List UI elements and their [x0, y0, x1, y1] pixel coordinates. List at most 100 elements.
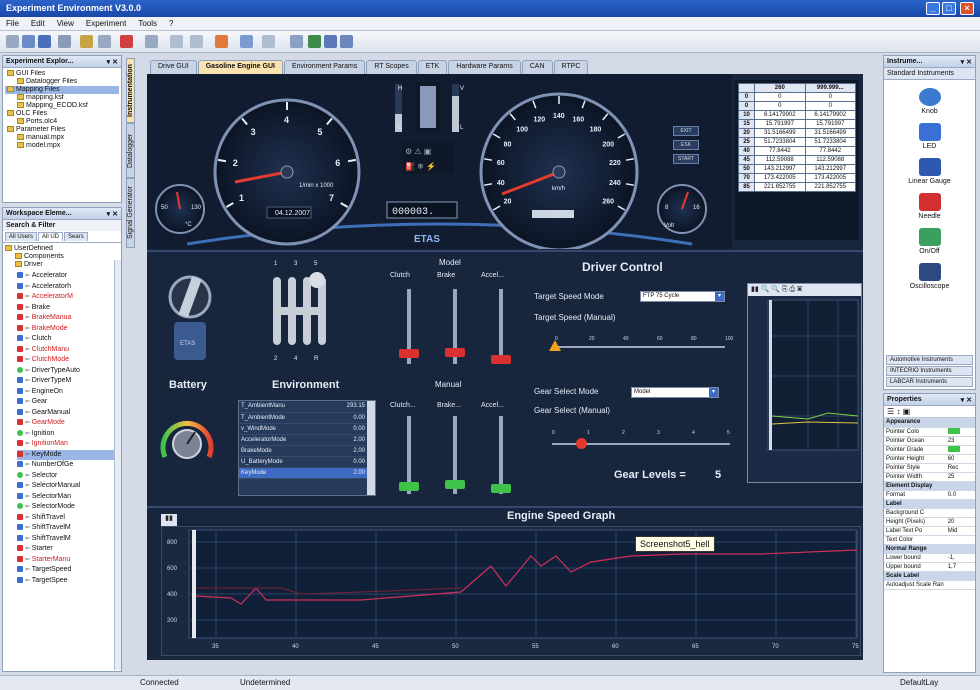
property-value[interactable] — [945, 445, 975, 455]
tab-drive-gui[interactable]: Drive GUI — [150, 60, 197, 74]
save-icon[interactable] — [38, 35, 51, 48]
tree-group-components[interactable]: Components — [5, 253, 119, 261]
property-value[interactable] — [945, 535, 975, 545]
signal-item[interactable]: ⇐ SelectorMode — [17, 502, 119, 513]
tool2-icon[interactable] — [190, 35, 203, 48]
property-row[interactable]: Format 0.0 — [884, 490, 975, 500]
property-row[interactable]: Appearance — [884, 418, 975, 428]
graph-pause-button[interactable]: ▮▮ — [161, 514, 177, 526]
signal-item[interactable]: ⇐ ShiftTravel — [17, 513, 119, 524]
property-value[interactable]: 20 — [945, 517, 975, 527]
property-value[interactable]: 23 — [945, 436, 975, 446]
table-cell[interactable]: 143.212997 — [804, 164, 857, 174]
table-cell[interactable]: 0 — [754, 92, 806, 102]
brake-model-knob[interactable] — [445, 348, 465, 357]
workspace-tab[interactable]: Sears — [64, 232, 88, 241]
instrument-oscilloscope[interactable]: Oscilloscope — [884, 263, 975, 290]
env-row[interactable]: T_AmbientMode 0.00 — [239, 412, 367, 424]
mini-scope-toolbar[interactable]: ▮▮ 🔍 🔍 ⎘ ⎙ ▣ — [748, 284, 861, 296]
property-value[interactable] — [945, 427, 975, 437]
mini-oscilloscope[interactable]: ▮▮ 🔍 🔍 ⎘ ⎙ ▣ — [747, 283, 862, 483]
env-value[interactable]: 2.00 — [327, 434, 367, 446]
menu-experiment[interactable]: Experiment — [80, 17, 132, 30]
signal-item[interactable]: ⇐ ClutchMode — [17, 355, 119, 366]
table-cell[interactable]: 221.852755 — [804, 182, 857, 192]
property-value[interactable]: -1, — [945, 553, 975, 563]
signal-item[interactable]: ⇐ StarterManu — [17, 555, 119, 566]
open-icon[interactable] — [22, 35, 35, 48]
menu-[interactable]: ? — [163, 17, 179, 30]
instrument-category[interactable]: LABCAR Instruments — [886, 377, 973, 387]
env-row[interactable]: BrakeMode 2.00 — [239, 445, 367, 457]
signal-item[interactable]: ⇐ Ignition — [17, 429, 119, 440]
accel-manual-knob[interactable] — [491, 484, 511, 493]
brake-manual-slider[interactable] — [445, 416, 465, 494]
signal-item[interactable]: ⇐ Gear — [17, 397, 119, 408]
environment-table[interactable]: T_AmbientManu 293.15 T_AmbientMode 0.00 v_Wi… — [238, 400, 376, 496]
tree-item[interactable]: Mapping_ECOD.ksf — [5, 102, 119, 110]
table-cell[interactable]: 6.14179902 — [804, 110, 857, 120]
signal-item[interactable]: ⇐ DriverTypeM — [17, 376, 119, 387]
standard-instruments-header[interactable]: Standard Instruments — [884, 68, 975, 80]
env-value[interactable]: 0.00 — [327, 423, 367, 435]
clutch-manual-knob[interactable] — [399, 482, 419, 491]
table-cell[interactable]: 173.422005 — [754, 173, 806, 183]
tree-item[interactable]: GUI Files — [5, 70, 119, 78]
table-cell[interactable]: 0 — [737, 92, 756, 102]
properties-grid[interactable]: Appearance Pointer Colo Pointer Ocean 23 Poi… — [884, 418, 975, 590]
instrument-on-off[interactable]: On/Off — [884, 228, 975, 255]
property-category[interactable]: Label — [884, 499, 975, 509]
tree-item[interactable]: Ports.olc4 — [5, 118, 119, 126]
ignition-key[interactable]: ETAS — [152, 257, 227, 367]
target-speed-slider[interactable] — [555, 346, 725, 348]
signal-item[interactable]: ⇐ Starter — [17, 544, 119, 555]
table-row[interactable]: 20 31.5166499 31.5166499 — [737, 128, 857, 138]
property-row[interactable]: Element Display — [884, 481, 975, 491]
property-row[interactable]: Normal Range — [884, 544, 975, 554]
table-row[interactable]: 000 — [737, 92, 857, 102]
clutch-model-knob[interactable] — [399, 349, 419, 358]
table-cell[interactable]: 50 — [737, 164, 756, 174]
esk-button[interactable]: ESK — [673, 140, 699, 150]
grid-icon[interactable] — [262, 35, 275, 48]
property-category[interactable]: Appearance — [884, 418, 975, 428]
table-cell[interactable]: 221.852755 — [754, 182, 806, 192]
signal-item[interactable]: ⇐ SelectorMan — [17, 492, 119, 503]
signal-item[interactable]: ⇐ GearManual — [17, 408, 119, 419]
table-row[interactable]: 50 143.212997 143.212997 — [737, 164, 857, 174]
property-row[interactable]: Scale Label — [884, 571, 975, 581]
table-cell[interactable]: 20 — [737, 128, 756, 138]
close-button[interactable]: × — [960, 2, 974, 15]
property-category[interactable]: Scale Label — [884, 571, 975, 581]
env-value[interactable]: 0.00 — [327, 456, 367, 468]
property-value[interactable]: Mid — [945, 526, 975, 536]
instrument-knob[interactable]: Knob — [884, 88, 975, 115]
accel-model-slider[interactable] — [491, 289, 511, 364]
signal-item[interactable]: ⇐ BrakeManua — [17, 313, 119, 324]
stop-icon[interactable] — [120, 35, 133, 48]
instrument-needle[interactable]: Needle — [884, 193, 975, 220]
table-row[interactable]: 15 15.791997 15.791997 — [737, 119, 857, 129]
property-row[interactable]: Pointer Ocean 23 — [884, 436, 975, 446]
copy-icon[interactable] — [80, 35, 93, 48]
menu-tools[interactable]: Tools — [132, 17, 163, 30]
env-value[interactable]: 293.15 — [327, 401, 367, 413]
property-row[interactable]: Pointer Height 60 — [884, 454, 975, 464]
signal-item[interactable]: ⇐ ShiftTravelM — [17, 534, 119, 545]
table-row[interactable]: 000 — [737, 101, 857, 111]
undo-icon[interactable] — [58, 35, 71, 48]
property-value[interactable]: Rec — [945, 463, 975, 473]
exit-button[interactable]: EXIT — [673, 126, 699, 136]
signal-item[interactable]: ⇐ ShiftTravelM — [17, 523, 119, 534]
menu-view[interactable]: View — [51, 17, 80, 30]
signal-item[interactable]: ⇐ EngineOn — [17, 387, 119, 398]
table-cell[interactable]: 0 — [737, 101, 756, 111]
brake-model-slider[interactable] — [445, 289, 465, 364]
side-tab-datalogger[interactable]: Datalogger — [126, 123, 135, 178]
table-cell[interactable]: 0 — [804, 92, 857, 102]
clutch-model-slider[interactable] — [399, 289, 419, 364]
property-row[interactable]: Label Text Po Mid — [884, 526, 975, 536]
table-cell[interactable]: 173.422005 — [804, 173, 857, 183]
tab-etk[interactable]: ETK — [417, 60, 448, 74]
instrument-category[interactable]: Automotive Instruments — [886, 355, 973, 365]
